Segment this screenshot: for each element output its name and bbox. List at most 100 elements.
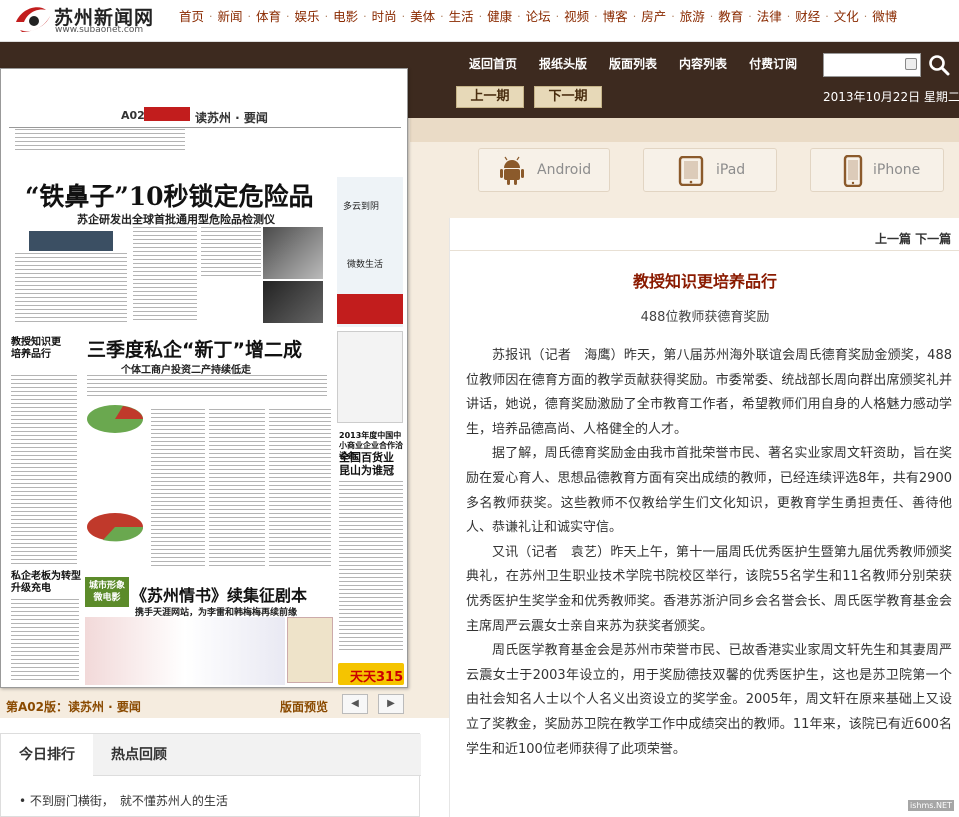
nav-item[interactable]: 文化 (829, 8, 864, 26)
paper-text-block (151, 409, 205, 569)
paper-banner-image (29, 231, 113, 251)
paper-weather: 多云到阴 (343, 202, 380, 212)
article-paragraph: 又讯（记者 袁艺）昨天上午，第十一届周氏优秀医护生暨第九届优秀教师颁奖典礼，在苏… (466, 544, 952, 634)
android-app-button[interactable]: Android (478, 148, 610, 192)
page-preview-label: 版面预览 (280, 700, 329, 714)
page-list-link[interactable]: 版面列表 (598, 56, 668, 72)
nav-item[interactable]: 旅游 (675, 8, 710, 26)
paper-text-block (209, 409, 265, 569)
ipad-label: iPad (716, 162, 746, 178)
paper-brand-logo (144, 107, 190, 121)
nav-item[interactable]: 论坛 (521, 8, 556, 26)
subscribe-link[interactable]: 付费订阅 (738, 56, 808, 72)
nav-item[interactable]: 法律 (752, 8, 787, 26)
article-title: 教授知识更培养品行 (632, 272, 777, 291)
article-paragraph: 周氏医学教育基金会是苏州市荣誉市民、已故香港实业家周文轩先生和其妻周严云震女士于… (466, 643, 952, 757)
top-nav-bar: 苏州新闻网 www.subaonet.com 首页 · 新闻 · 体育 · 娱乐 · 电影 · 时尚… (0, 0, 959, 42)
prev-issue-button[interactable]: 上一期 (456, 86, 524, 108)
home-link[interactable]: 返回首页 (458, 56, 528, 72)
paper-headline-3[interactable]: 《苏州情书》续集征剧本 (131, 582, 307, 606)
article-paragraph: 据了解，周氏德育奖励金由我市首批荣誉市民、著名实业家周文轩资助，旨在奖励在爱心育… (466, 446, 952, 536)
nav-item[interactable]: 财经 (790, 8, 825, 26)
paper-page-code: A02 (121, 109, 145, 122)
paper-red-box (337, 294, 403, 324)
paper-device-photo (263, 227, 323, 279)
article-subtitle: 488位教师获德育奖励 (640, 310, 770, 325)
tab-hot-review[interactable]: 热点回顾 (93, 734, 185, 776)
watermark: ishms.NET (908, 800, 954, 811)
paper-pie-chart-1 (87, 405, 143, 433)
keyboard-icon[interactable] (905, 58, 917, 70)
ranking-list-item[interactable]: • 不到厨门横街， 就不懂苏州人的生活 (19, 792, 228, 809)
paper-text-block (133, 227, 197, 323)
main-nav: 首页 · 新闻 · 体育 · 娱乐 · 电影 · 时尚 · 美体 · 生活 · 健康 · 论坛 · 视频 · 博客 · 房产 · 旅… (174, 8, 902, 26)
nav-item[interactable]: 生活 (444, 8, 479, 26)
paper-text-block (11, 599, 79, 681)
nav-item[interactable]: 娱乐 (290, 8, 325, 26)
paper-headline-1[interactable]: “铁鼻子”10秒锁定危险品 (25, 177, 314, 213)
nav-item[interactable]: 体育 (251, 8, 286, 26)
nav-item[interactable]: 电影 (328, 8, 363, 26)
article-paragraph: 苏报讯（记者 海鹰）昨天，第八届苏州海外联谊会周氏德育奖励金颁奖，488位教师因… (466, 348, 952, 437)
paper-text-block (15, 253, 127, 323)
page-root: 苏州新闻网 www.subaonet.com 首页 · 新闻 · 体育 · 娱乐 · 电影 · 时尚… (0, 0, 959, 817)
nav-item[interactable]: 微博 (867, 8, 902, 26)
nav-item[interactable]: 新闻 (213, 8, 248, 26)
article-divider (450, 250, 959, 251)
content-list-link[interactable]: 内容列表 (668, 56, 738, 72)
paper-rule (9, 127, 401, 128)
issue-date: 2013年10月22日 星期二 (823, 90, 959, 104)
bullet-icon: • (19, 794, 30, 808)
epaper-nav: 返回首页 报纸头版 版面列表 内容列表 付费订阅 (458, 56, 808, 72)
paper-text-block (87, 375, 327, 397)
front-page-link[interactable]: 报纸头版 (528, 56, 598, 72)
paper-pie-chart-2 (87, 513, 144, 542)
ranking-item-text: 不到厨门横街， 就不懂苏州人的生活 (29, 794, 228, 808)
paper-header: 读苏州 · 要闻 (195, 111, 268, 125)
iphone-app-button[interactable]: iPhone (810, 148, 944, 192)
paper-market: 微数生活 (347, 260, 384, 270)
tab-today-ranking[interactable]: 今日排行 (1, 734, 93, 776)
paper-text-block (15, 129, 185, 151)
nav-item[interactable]: 健康 (482, 8, 517, 26)
prev-page-button[interactable]: ◀ (342, 694, 368, 714)
paper-tag-image (287, 617, 333, 683)
article-body: 苏报讯（记者 海鹰）昨天，第八届苏州海外联谊会周氏德育奖励金颁奖，488位教师因… (466, 344, 952, 762)
next-page-button[interactable]: ▶ (378, 694, 404, 714)
page-caption: 第A02版：读苏州 · 要闻 (6, 700, 141, 714)
nav-item[interactable]: 时尚 (367, 8, 402, 26)
search-icon[interactable] (928, 54, 950, 76)
paper-ad-text: 天天315 (350, 670, 404, 685)
paper-subheadline-2: 个体工商户投资二产持续低走 (121, 365, 251, 376)
iphone-icon (843, 155, 863, 187)
paper-side-headline-1[interactable]: 教授知识更培养品行 (11, 337, 69, 361)
logo-mark-icon (16, 7, 50, 32)
paper-headline-2[interactable]: 三季度私企“新丁”增二成 (87, 335, 302, 362)
paper-device-photo (263, 281, 323, 323)
paper-subheadline-1: 苏企研发出全球首批通用型危险品检测仪 (77, 213, 275, 226)
paper-text-block (269, 409, 331, 569)
article-prev-next[interactable]: 上一篇 下一篇 (875, 230, 951, 247)
nav-item[interactable]: 美体 (405, 8, 440, 26)
paper-text-block (339, 481, 403, 651)
next-issue-button[interactable]: 下一期 (534, 86, 602, 108)
paper-side-headline-2[interactable]: 私企老板为转型升级充电 (11, 571, 81, 595)
nav-item[interactable]: 教育 (713, 8, 748, 26)
paper-text-block (201, 227, 261, 279)
nav-item[interactable]: 首页 (174, 8, 209, 26)
android-label: Android (537, 162, 592, 178)
ipad-app-button[interactable]: iPad (643, 148, 777, 192)
nav-item[interactable]: 博客 (598, 8, 633, 26)
newspaper-page[interactable]: A02 读苏州 · 要闻 “铁鼻子”10秒锁定危险品 苏企研发出全球首批通用型危… (0, 68, 408, 688)
nav-item[interactable]: 视频 (559, 8, 594, 26)
ipad-icon (678, 156, 704, 186)
paper-expo-headline[interactable]: 全国百货业昆山为谁冠 (339, 451, 403, 477)
nav-item[interactable]: 房产 (636, 8, 671, 26)
article-panel: 上一篇 下一篇 教授知识更培养品行 488位教师获德育奖励 苏报讯（记者 海鹰）… (449, 218, 959, 817)
android-icon (500, 156, 524, 185)
iphone-label: iPhone (873, 162, 921, 178)
paper-data-table (337, 331, 403, 423)
site-logo[interactable]: 苏州新闻网 www.subaonet.com (12, 2, 162, 38)
paper-photo-people (85, 617, 285, 685)
paper-promo-badge: 城市形象微电影 (85, 577, 129, 607)
